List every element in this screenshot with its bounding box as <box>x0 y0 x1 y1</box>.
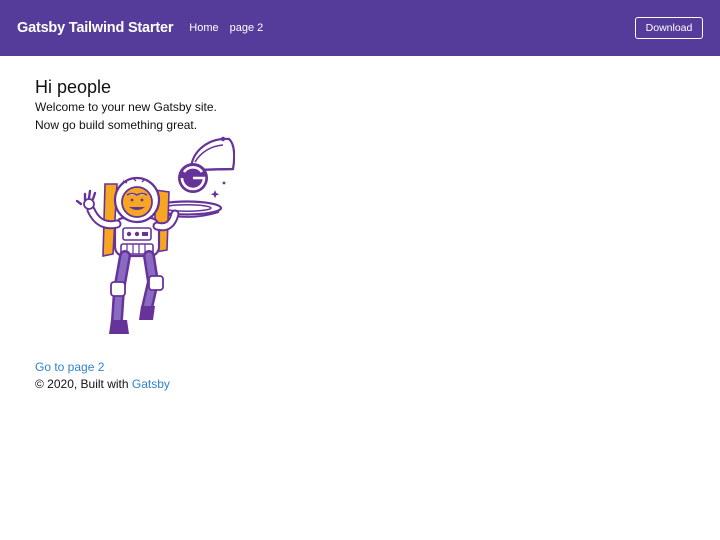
main-content: Hi people Welcome to your new Gatsby sit… <box>35 76 675 134</box>
footer-text: © 2020, Built with <box>35 377 129 391</box>
page-heading: Hi people <box>35 77 112 97</box>
astronaut-illustration <box>35 132 236 344</box>
gatsby-logo-icon <box>178 163 208 193</box>
brand-link[interactable]: Gatsby Tailwind Starter <box>17 20 173 36</box>
nav-home-link[interactable]: Home <box>189 22 218 34</box>
astronaut-body-icon <box>113 216 161 258</box>
nav-links: Home page 2 <box>189 22 274 34</box>
welcome-text: Welcome to your new Gatsby site. <box>35 100 217 114</box>
sparkle-icon <box>210 181 226 199</box>
top-navbar: Gatsby Tailwind Starter Home page 2 Down… <box>0 0 720 56</box>
helmet-icon <box>113 176 161 224</box>
footer: © 2020, Built with Gatsby <box>35 377 170 391</box>
download-button[interactable]: Download <box>635 17 703 39</box>
astronaut-legs-icon <box>109 250 164 334</box>
gatsby-link[interactable]: Gatsby <box>132 377 170 391</box>
nav-page-2-link[interactable]: page 2 <box>230 22 264 34</box>
go-to-page-2-link[interactable]: Go to page 2 <box>35 360 104 374</box>
